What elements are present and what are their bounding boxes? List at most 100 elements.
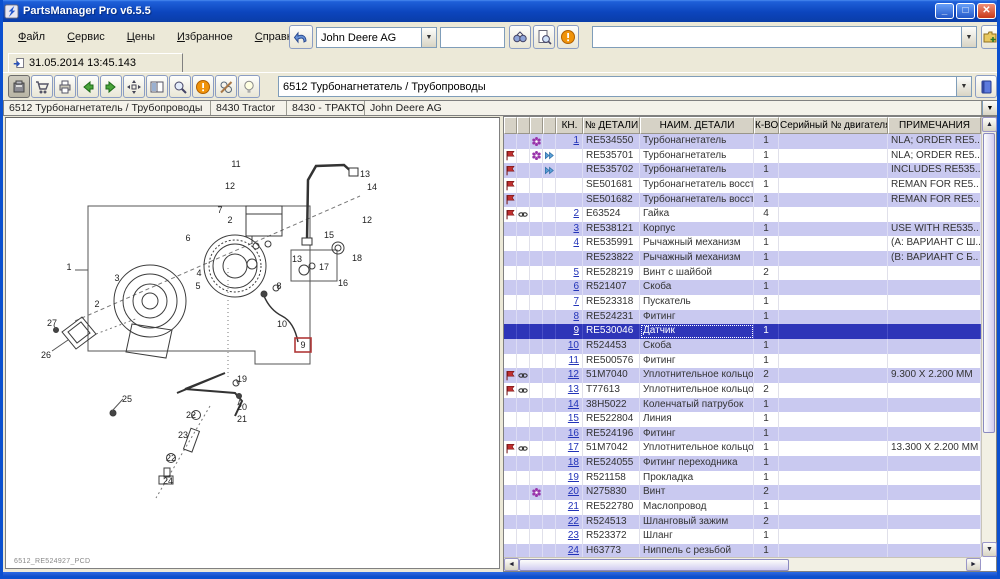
chevron-down-icon[interactable]: ▼ bbox=[982, 101, 997, 115]
callout-link[interactable]: 2 bbox=[573, 208, 579, 219]
catalog-nav-button[interactable] bbox=[289, 25, 313, 49]
table-row[interactable]: 1RE534550Турбонагнетатель1NLA; ORDER RE5… bbox=[504, 134, 981, 149]
assembly-combo[interactable]: 6512 Турбонагнетатель / Трубопроводы ▼ bbox=[278, 76, 972, 97]
diagram-callout-14[interactable]: 14 bbox=[367, 182, 377, 192]
column-header-name[interactable]: НАИМ. ДЕТАЛИ bbox=[640, 117, 754, 134]
table-row[interactable]: 1438H5022Коленчатый патрубок1 bbox=[504, 398, 981, 413]
vertical-scrollbar[interactable]: ▲ ▼ bbox=[981, 117, 996, 557]
callout-link[interactable]: 11 bbox=[569, 355, 579, 366]
table-row[interactable]: 8RE524231Фитинг1 bbox=[504, 310, 981, 325]
diagram-callout-6[interactable]: 6 bbox=[185, 233, 190, 243]
table-row[interactable]: 2E63524Гайка4 bbox=[504, 207, 981, 222]
print-button[interactable] bbox=[54, 75, 76, 98]
search-page-button[interactable] bbox=[533, 25, 555, 49]
flag-column-header[interactable] bbox=[504, 117, 517, 134]
callout-link[interactable]: 22 bbox=[568, 516, 579, 527]
table-row[interactable]: 3RE538121Корпус1USE WITH RE535.. bbox=[504, 222, 981, 237]
column-header-kn[interactable]: КН. bbox=[556, 117, 583, 134]
scroll-right-button[interactable]: ► bbox=[966, 558, 981, 571]
table-row[interactable]: 18RE524055Фитинг переходника1 bbox=[504, 456, 981, 471]
diagram-callout-12[interactable]: 12 bbox=[225, 181, 235, 191]
callout-link[interactable]: 21 bbox=[568, 501, 579, 512]
table-row[interactable]: 23R523372Шланг1 bbox=[504, 529, 981, 544]
add-favorite-button[interactable] bbox=[981, 25, 999, 49]
search-parts-button[interactable] bbox=[509, 25, 531, 49]
diagram-callout-2[interactable]: 2 bbox=[227, 215, 232, 225]
table-row[interactable]: 11RE500576Фитинг1 bbox=[504, 354, 981, 369]
close-button[interactable]: ✕ bbox=[977, 3, 996, 19]
diagram-callout-17[interactable]: 17 bbox=[319, 262, 329, 272]
mark-column-header[interactable] bbox=[530, 117, 543, 134]
table-row[interactable]: SE501681Турбонагнетатель восст.1REMAN FO… bbox=[504, 178, 981, 193]
diagram-callout-26[interactable]: 26 bbox=[41, 350, 51, 360]
diagram-callout-22[interactable]: 22 bbox=[186, 410, 196, 420]
callout-link[interactable]: 5 bbox=[573, 267, 579, 278]
table-row[interactable]: 13T77613Уплотнительное кольцо2 bbox=[504, 383, 981, 398]
callout-link[interactable]: 16 bbox=[568, 428, 579, 439]
diagram-callout-22[interactable]: 22 bbox=[166, 453, 176, 463]
diagram-callout-12[interactable]: 12 bbox=[362, 215, 372, 225]
menu-item-3[interactable]: Цены bbox=[118, 29, 164, 45]
diagram-callout-3[interactable]: 3 bbox=[114, 273, 119, 283]
table-row[interactable]: 5RE528219Винт с шайбой2 bbox=[504, 266, 981, 281]
callout-link[interactable]: 19 bbox=[568, 472, 579, 483]
callout-link[interactable]: 7 bbox=[573, 296, 579, 307]
table-row[interactable]: RE523822Рычажный механизм1(В: ВАРИАНТ С … bbox=[504, 251, 981, 266]
diagram-callout-1[interactable]: 1 bbox=[66, 262, 71, 272]
callout-link[interactable]: 18 bbox=[568, 457, 579, 468]
table-row[interactable]: 1751M7042Уплотнительное кольцо113.300 X … bbox=[504, 441, 981, 456]
callout-link[interactable]: 12 bbox=[568, 369, 579, 380]
diagram-callout-21[interactable]: 21 bbox=[237, 414, 247, 424]
diagram-callout-25[interactable]: 25 bbox=[122, 394, 132, 404]
diagram-callout-24[interactable]: 24 bbox=[163, 476, 173, 486]
diagram-callout-20[interactable]: 20 bbox=[237, 402, 247, 412]
diagram-callout-23[interactable]: 23 bbox=[178, 430, 188, 440]
callout-link[interactable]: 10 bbox=[568, 340, 579, 351]
table-row[interactable]: 7RE523318Пускатель1 bbox=[504, 295, 981, 310]
column-header-qty[interactable]: К-ВО bbox=[754, 117, 779, 134]
link-column-header[interactable] bbox=[517, 117, 530, 134]
quick-search-input[interactable] bbox=[440, 27, 505, 48]
order-button[interactable] bbox=[8, 75, 30, 98]
zoom-button[interactable] bbox=[169, 75, 191, 98]
diagram-callout-13[interactable]: 13 bbox=[360, 169, 370, 179]
alt-column-header[interactable] bbox=[543, 117, 556, 134]
table-row[interactable]: 21RE522780Маслопровод1 bbox=[504, 500, 981, 515]
diagram-callout-13[interactable]: 13 bbox=[292, 254, 302, 264]
diagram-callout-5[interactable]: 5 bbox=[195, 281, 200, 291]
diagram-callout-16[interactable]: 16 bbox=[338, 278, 348, 288]
callout-link[interactable]: 24 bbox=[568, 545, 579, 556]
column-header-notes[interactable]: ПРИМЕЧАНИЯ bbox=[888, 117, 981, 134]
table-row[interactable]: 16RE524196Фитинг1 bbox=[504, 427, 981, 442]
hint-button[interactable] bbox=[238, 75, 260, 98]
maximize-button[interactable]: □ bbox=[956, 3, 975, 19]
table-row[interactable]: 4RE535991Рычажный механизм1(А: ВАРИАНТ С… bbox=[504, 236, 981, 251]
fit-view-button[interactable] bbox=[123, 75, 145, 98]
table-row[interactable]: 15RE522804Линия1 bbox=[504, 412, 981, 427]
table-row[interactable]: RE535701Турбонагнетатель1NLA; ORDER RE5.… bbox=[504, 149, 981, 164]
scroll-down-button[interactable]: ▼ bbox=[982, 542, 997, 557]
warning-button[interactable] bbox=[192, 75, 214, 98]
diagram-callout-11[interactable]: 11 bbox=[231, 159, 240, 169]
column-header-part[interactable]: № ДЕТАЛИ bbox=[583, 117, 640, 134]
diagram-callout-10[interactable]: 10 bbox=[277, 319, 287, 329]
chevron-down-icon[interactable]: ▼ bbox=[956, 77, 971, 96]
chevron-down-icon[interactable]: ▼ bbox=[961, 27, 976, 47]
horizontal-scroll-thumb[interactable] bbox=[519, 559, 789, 571]
callout-link[interactable]: 4 bbox=[573, 237, 579, 248]
manufacturer-combo[interactable]: John Deere AG ▼ bbox=[316, 27, 437, 48]
column-header-serial[interactable]: Серийный № двигателя bbox=[779, 117, 888, 134]
horizontal-scrollbar[interactable]: ◄ ► bbox=[504, 557, 981, 571]
table-row[interactable]: 19R521158Прокладка1 bbox=[504, 471, 981, 486]
callout-link[interactable]: 9 bbox=[573, 325, 579, 336]
table-row[interactable]: 24H63773Ниппель с резьбой1 bbox=[504, 544, 981, 557]
table-row[interactable]: 20N275830Винт2 bbox=[504, 485, 981, 500]
scroll-up-button[interactable]: ▲ bbox=[982, 117, 997, 132]
catalog-book-button[interactable] bbox=[975, 75, 997, 98]
callout-link[interactable]: 20 bbox=[568, 486, 579, 497]
table-row[interactable]: 1251M7040Уплотнительное кольцо29.300 X 2… bbox=[504, 368, 981, 383]
settings-button[interactable] bbox=[215, 75, 237, 98]
callout-link[interactable]: 13 bbox=[568, 384, 579, 395]
callout-link[interactable]: 6 bbox=[573, 281, 579, 292]
table-row[interactable]: SE501682Турбонагнетатель восст.1REMAN FO… bbox=[504, 193, 981, 208]
